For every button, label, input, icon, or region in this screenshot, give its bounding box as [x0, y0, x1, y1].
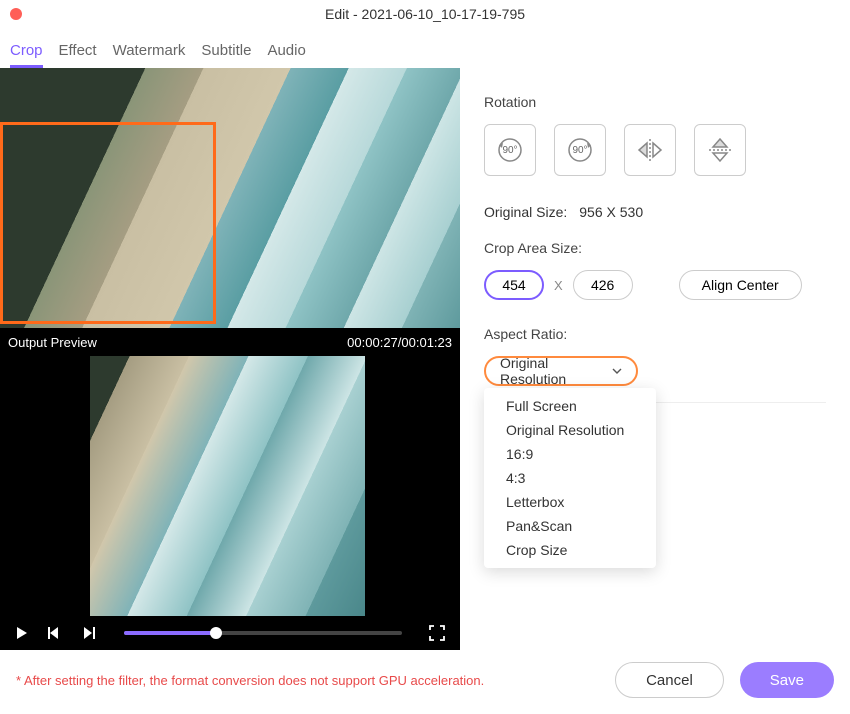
aspect-option-full-screen[interactable]: Full Screen	[484, 394, 656, 418]
output-preview-label: Output Preview	[8, 335, 97, 350]
aspect-option-original[interactable]: Original Resolution	[484, 418, 656, 442]
flip-vertical-button[interactable]	[694, 124, 746, 176]
aspect-ratio-select[interactable]: Original Resolution	[484, 356, 638, 386]
flip-horizontal-button[interactable]	[624, 124, 676, 176]
tab-audio[interactable]: Audio	[267, 36, 305, 68]
aspect-option-letterbox[interactable]: Letterbox	[484, 490, 656, 514]
crop-width-input[interactable]	[484, 270, 544, 300]
tab-watermark[interactable]: Watermark	[113, 36, 186, 68]
progress-bar[interactable]	[124, 631, 402, 635]
preview-info-bar: Output Preview 00:00:27/00:01:23	[0, 328, 460, 356]
aspect-ratio-label: Aspect Ratio:	[484, 326, 826, 342]
aspect-option-panscan[interactable]: Pan&Scan	[484, 514, 656, 538]
crop-height-input[interactable]	[573, 270, 633, 300]
cancel-button[interactable]: Cancel	[615, 662, 724, 698]
crop-area-label: Crop Area Size:	[484, 240, 826, 256]
footer-note: * After setting the filter, the format c…	[16, 673, 615, 688]
footer: * After setting the filter, the format c…	[0, 650, 850, 710]
crop-selection-box[interactable]	[0, 122, 216, 324]
progress-fill	[124, 631, 216, 635]
window-title: Edit - 2021-06-10_10-17-19-795	[0, 6, 850, 22]
settings-pane: Rotation 90° 90° Original Size: 956 X 53…	[460, 68, 850, 650]
rotate-ccw-button[interactable]: 90°	[484, 124, 536, 176]
output-frame	[90, 356, 365, 616]
step-forward-icon[interactable]	[80, 625, 98, 641]
progress-thumb[interactable]	[210, 627, 222, 639]
player-controls	[0, 616, 460, 650]
crop-video-area[interactable]	[0, 68, 460, 328]
tab-crop[interactable]: Crop	[10, 36, 43, 68]
aspect-option-16-9[interactable]: 16:9	[484, 442, 656, 466]
play-icon[interactable]	[14, 625, 30, 641]
aspect-option-crop-size[interactable]: Crop Size	[484, 538, 656, 562]
original-size-label: Original Size:	[484, 204, 567, 220]
preview-pane: Output Preview 00:00:27/00:01:23	[0, 68, 460, 650]
aspect-ratio-value: Original Resolution	[500, 355, 612, 387]
fullscreen-icon[interactable]	[428, 624, 446, 642]
aspect-ratio-dropdown: Full Screen Original Resolution 16:9 4:3…	[484, 388, 656, 568]
align-center-button[interactable]: Align Center	[679, 270, 802, 300]
output-video-area	[0, 356, 460, 616]
rotate-ccw-text: 90°	[502, 145, 517, 156]
aspect-option-4-3[interactable]: 4:3	[484, 466, 656, 490]
rotate-cw-button[interactable]: 90°	[554, 124, 606, 176]
x-separator: X	[554, 278, 563, 293]
rotate-cw-text: 90°	[572, 145, 587, 156]
tab-subtitle[interactable]: Subtitle	[201, 36, 251, 68]
rotation-label: Rotation	[484, 94, 826, 110]
step-back-icon[interactable]	[46, 625, 64, 641]
title-bar: Edit - 2021-06-10_10-17-19-795	[0, 0, 850, 28]
timecode: 00:00:27/00:01:23	[347, 335, 452, 350]
tab-effect[interactable]: Effect	[59, 36, 97, 68]
save-button[interactable]: Save	[740, 662, 834, 698]
tab-bar: Crop Effect Watermark Subtitle Audio	[0, 28, 850, 68]
chevron-down-icon	[612, 368, 622, 374]
original-size-value: 956 X 530	[579, 204, 643, 220]
